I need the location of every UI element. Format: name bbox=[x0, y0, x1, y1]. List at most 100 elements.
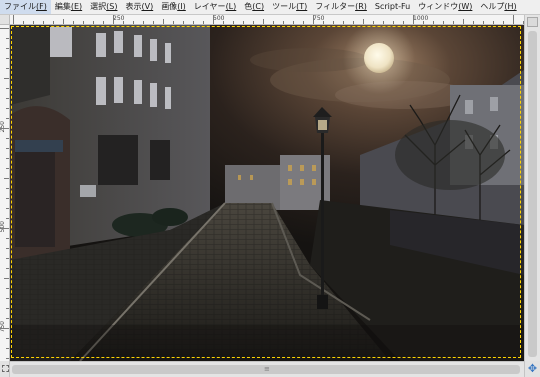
ruler-tick bbox=[4, 178, 9, 179]
ruler-tick bbox=[6, 338, 9, 339]
ruler-corner[interactable] bbox=[0, 15, 10, 25]
scroll-grip-icon: ≡ bbox=[264, 365, 270, 373]
ruler-tick bbox=[6, 208, 9, 209]
ruler-tick bbox=[6, 98, 9, 99]
h-ruler-label: 1000 bbox=[413, 15, 429, 22]
ruler-tick bbox=[6, 198, 9, 199]
ruler-tick bbox=[373, 21, 374, 24]
horizontal-scrollbar[interactable]: ≡ bbox=[10, 361, 524, 377]
ruler-tick bbox=[6, 268, 9, 269]
menu-help[interactable]: ヘルプ(H) bbox=[476, 0, 520, 14]
v-ruler-label: 500 bbox=[0, 221, 6, 233]
ruler-tick bbox=[4, 278, 9, 279]
ruler-tick bbox=[213, 15, 214, 24]
ruler-tick bbox=[153, 21, 154, 24]
ruler-tick bbox=[353, 21, 354, 24]
ruler-tick bbox=[63, 19, 64, 24]
ruler-tick bbox=[243, 21, 244, 24]
ruler-tick bbox=[6, 258, 9, 259]
ruler-tick bbox=[83, 21, 84, 24]
ruler-tick bbox=[0, 228, 9, 229]
ruler-tick bbox=[303, 21, 304, 24]
ruler-tick bbox=[6, 358, 9, 359]
ruler-tick bbox=[323, 21, 324, 24]
menu-select[interactable]: 選択(S) bbox=[86, 0, 121, 14]
ruler-tick bbox=[53, 21, 54, 24]
ruler-tick bbox=[6, 138, 9, 139]
ruler-tick bbox=[6, 58, 9, 59]
vertical-scrollbar[interactable] bbox=[524, 15, 540, 361]
menu-file[interactable]: ファイル(F) bbox=[0, 0, 51, 14]
horizontal-ruler[interactable]: 250 500 750 1000 bbox=[10, 15, 524, 25]
navigate-button[interactable]: ✥ bbox=[524, 361, 540, 377]
ruler-tick bbox=[283, 21, 284, 24]
menubar: ファイル(F) 編集(E) 選択(S) 表示(V) 画像(I) レイヤー(L) … bbox=[0, 0, 540, 15]
menu-view[interactable]: 表示(V) bbox=[121, 0, 157, 14]
horizontal-scroll-thumb[interactable]: ≡ bbox=[12, 365, 520, 374]
ruler-tick bbox=[443, 21, 444, 24]
ruler-tick bbox=[263, 19, 264, 24]
ruler-tick bbox=[203, 21, 204, 24]
ruler-tick bbox=[6, 168, 9, 169]
ruler-tick bbox=[503, 21, 504, 24]
ruler-tick bbox=[6, 68, 9, 69]
ruler-tick bbox=[6, 148, 9, 149]
menu-layer[interactable]: レイヤー(L) bbox=[190, 0, 240, 14]
menu-windows[interactable]: ウィンドウ(W) bbox=[414, 0, 476, 14]
ruler-tick bbox=[193, 21, 194, 24]
menu-tools[interactable]: ツール(T) bbox=[268, 0, 311, 14]
menu-filters[interactable]: フィルター(R) bbox=[311, 0, 371, 14]
menu-image[interactable]: 画像(I) bbox=[157, 0, 190, 14]
ruler-tick bbox=[233, 21, 234, 24]
ruler-tick bbox=[163, 19, 164, 24]
night-street-photo bbox=[10, 25, 524, 361]
ruler-tick bbox=[103, 21, 104, 24]
menu-colors[interactable]: 色(C) bbox=[240, 0, 268, 14]
ruler-tick bbox=[413, 15, 414, 24]
ruler-tick bbox=[6, 318, 9, 319]
ruler-tick bbox=[6, 218, 9, 219]
ruler-tick bbox=[73, 21, 74, 24]
ruler-tick bbox=[493, 21, 494, 24]
ruler-tick bbox=[223, 21, 224, 24]
ruler-tick bbox=[143, 21, 144, 24]
vertical-ruler[interactable]: 250 500 750 bbox=[0, 25, 10, 361]
ruler-tick bbox=[463, 19, 464, 24]
v-ruler-label: 750 bbox=[0, 321, 6, 333]
ruler-tick bbox=[433, 21, 434, 24]
menu-edit[interactable]: 編集(E) bbox=[51, 0, 86, 14]
ruler-tick bbox=[6, 108, 9, 109]
vertical-scroll-thumb[interactable] bbox=[528, 31, 537, 357]
ruler-tick bbox=[6, 188, 9, 189]
image-canvas[interactable] bbox=[10, 25, 524, 361]
ruler-tick bbox=[123, 21, 124, 24]
ruler-tick bbox=[4, 78, 9, 79]
ruler-tick bbox=[6, 48, 9, 49]
ruler-tick bbox=[6, 288, 9, 289]
ruler-tick bbox=[33, 21, 34, 24]
ruler-tick bbox=[483, 21, 484, 24]
ruler-tick bbox=[6, 308, 9, 309]
v-ruler-label: 250 bbox=[0, 121, 6, 133]
ruler-tick bbox=[6, 298, 9, 299]
ruler-tick bbox=[333, 21, 334, 24]
ruler-tick bbox=[0, 28, 9, 29]
quick-mask-icon bbox=[2, 365, 9, 372]
ruler-tick bbox=[133, 21, 134, 24]
zoom-fit-button[interactable] bbox=[527, 17, 538, 27]
ruler-tick bbox=[23, 21, 24, 24]
ruler-tick bbox=[393, 21, 394, 24]
ruler-tick bbox=[273, 21, 274, 24]
ruler-tick bbox=[93, 21, 94, 24]
ruler-tick bbox=[13, 15, 14, 24]
menu-script-fu[interactable]: Script-Fu bbox=[371, 0, 414, 14]
ruler-tick bbox=[173, 21, 174, 24]
ruler-tick bbox=[6, 248, 9, 249]
quick-mask-toggle[interactable] bbox=[0, 361, 10, 377]
ruler-tick bbox=[0, 128, 9, 129]
ruler-tick bbox=[43, 21, 44, 24]
ruler-tick bbox=[6, 118, 9, 119]
ruler-tick bbox=[513, 15, 514, 24]
ruler-tick bbox=[113, 15, 114, 24]
ruler-tick bbox=[363, 19, 364, 24]
